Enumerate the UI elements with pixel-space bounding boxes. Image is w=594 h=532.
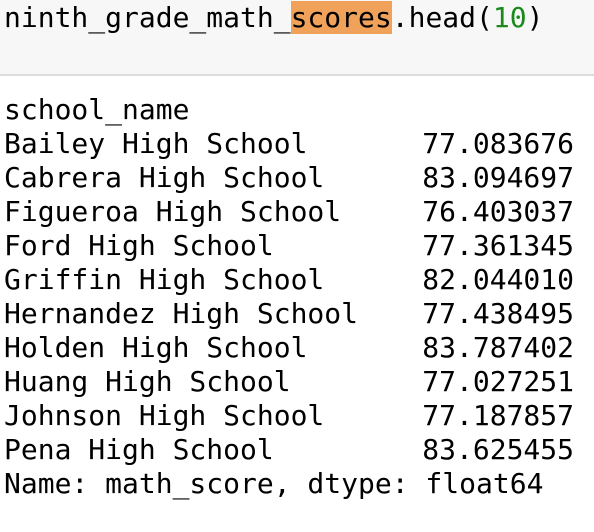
math-score-cell: 83.094697 [422, 161, 574, 194]
table-row: Griffin High School 82.044010 [4, 263, 590, 297]
code-input-cell[interactable]: ninth_grade_math_scores.head(10) [0, 0, 594, 76]
math-score-cell: 83.787402 [422, 331, 574, 364]
school-name-cell: Huang High School [4, 365, 291, 398]
math-score-cell: 83.625455 [422, 433, 574, 466]
math-score-cell: 77.027251 [422, 365, 574, 398]
school-name-cell: Hernandez High School [4, 297, 359, 330]
table-row: Ford High School 77.361345 [4, 229, 590, 263]
school-name-cell: Ford High School [4, 229, 274, 262]
school-name-cell: Holden High School [4, 331, 308, 364]
math-score-cell: 77.083676 [422, 127, 574, 160]
table-row: Bailey High School 77.083676 [4, 127, 590, 161]
table-row: Johnson High School 77.187857 [4, 399, 590, 433]
table-row: Hernandez High School 77.438495 [4, 297, 590, 331]
table-row: Figueroa High School 76.403037 [4, 195, 590, 229]
table-row: Huang High School 77.027251 [4, 365, 590, 399]
highlighted-search-match: scores [290, 1, 392, 34]
closing-paren: ) [526, 1, 544, 34]
method-argument: 10 [492, 1, 527, 34]
series-footer: Name: math_score, dtype: float64 [4, 467, 544, 500]
math-score-cell: 82.044010 [422, 263, 574, 296]
math-score-cell: 76.403037 [422, 195, 574, 228]
table-row: Pena High School 83.625455 [4, 433, 590, 467]
table-row: Cabrera High School 83.094697 [4, 161, 590, 195]
math-score-cell: 77.438495 [422, 297, 574, 330]
cell-output: school_name Bailey High School 77.083676 C… [4, 93, 590, 501]
variable-name-prefix: ninth_grade_math_ [4, 1, 291, 34]
code-line: ninth_grade_math_scores.head(10) [4, 1, 543, 35]
school-name-cell: Figueroa High School [4, 195, 342, 228]
math-score-cell: 77.361345 [422, 229, 574, 262]
school-name-cell: Bailey High School [4, 127, 308, 160]
table-row: Holden High School 83.787402 [4, 331, 590, 365]
index-name-header: school_name [4, 93, 190, 126]
school-name-cell: Pena High School [4, 433, 274, 466]
school-name-cell: Johnson High School [4, 399, 325, 432]
series-rows: Bailey High School 77.083676 Cabrera High … [4, 127, 590, 467]
math-score-cell: 77.187857 [422, 399, 574, 432]
method-call: .head( [391, 1, 493, 34]
school-name-cell: Griffin High School [4, 263, 325, 296]
school-name-cell: Cabrera High School [4, 161, 325, 194]
